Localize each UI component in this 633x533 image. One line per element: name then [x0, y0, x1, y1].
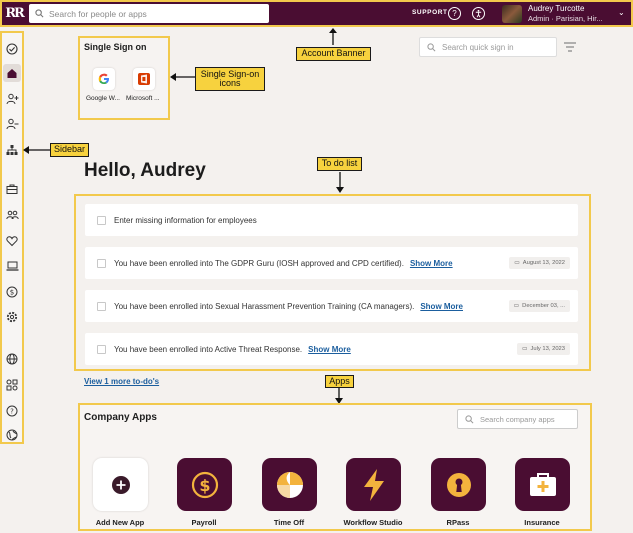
support-link[interactable]: SUPPORT: [412, 9, 448, 16]
todo-date-badge: ▭ July 13, 2023: [517, 343, 570, 355]
quick-sign-in-placeholder: Search quick sign in: [442, 42, 514, 52]
app-label: Add New App: [95, 518, 145, 527]
callout-arrow: [336, 172, 344, 193]
callout-todo-list: To do list: [317, 157, 362, 171]
search-icon: [427, 42, 436, 51]
todo-text: You have been enrolled into Sexual Haras…: [114, 301, 415, 311]
calendar-icon: ▭: [514, 260, 520, 266]
todo-date: August 13, 2022: [522, 260, 565, 266]
user-name[interactable]: Audrey Turcotte: [528, 4, 584, 13]
sso-app-label[interactable]: Google W...: [86, 95, 120, 102]
help-icon[interactable]: ?: [5, 404, 19, 418]
add-new-app-button[interactable]: [93, 458, 148, 511]
calendar-icon: ▭: [513, 303, 520, 309]
todo-checkbox[interactable]: [97, 344, 106, 354]
view-more-todos-link[interactable]: View 1 more to-do's: [84, 377, 159, 386]
todo-checkbox[interactable]: [97, 215, 106, 225]
todo-text: Enter missing information for employees: [114, 215, 257, 225]
search-icon: [465, 414, 474, 423]
microsoft-office-icon[interactable]: [133, 68, 155, 90]
first-aid-kit-icon: [529, 472, 556, 496]
dollar-coin-icon: $: [191, 471, 218, 498]
time-off-app-button[interactable]: [262, 458, 317, 511]
accessibility-icon[interactable]: [472, 7, 485, 20]
insurance-app-button[interactable]: [515, 458, 570, 511]
account-banner: RR Search for people or apps SUPPORT ? A…: [0, 0, 633, 27]
todo-checkbox[interactable]: [97, 258, 106, 268]
remove-person-icon[interactable]: [5, 117, 19, 131]
svg-text:$: $: [10, 289, 14, 297]
google-icon[interactable]: [93, 68, 115, 90]
keyhole-icon: [446, 472, 471, 497]
show-more-link[interactable]: Show More: [410, 259, 453, 268]
user-role: Admin · Parisian, Hir...: [528, 14, 603, 23]
org-chart-icon[interactable]: [5, 143, 19, 157]
app-label: RPass: [446, 518, 470, 527]
apps-icon[interactable]: [5, 378, 19, 392]
callout-sidebar: Sidebar: [50, 143, 89, 157]
svg-text:?: ?: [10, 408, 14, 416]
todo-date-badge: ▭ December 03, ...: [508, 300, 570, 312]
heart-icon[interactable]: [5, 234, 19, 248]
avatar[interactable]: [502, 5, 522, 23]
todo-date-badge: ▭ August 13, 2022: [509, 257, 570, 269]
sso-title: Single Sign on: [84, 42, 147, 52]
callout-arrow: [170, 73, 195, 81]
callout-arrow: [329, 28, 337, 45]
chevron-down-icon[interactable]: ⌄: [618, 8, 625, 17]
rippling-logo[interactable]: RR: [2, 2, 26, 25]
todo-date: December 03, ...: [522, 303, 565, 309]
briefcase-icon[interactable]: [5, 182, 19, 196]
laptop-icon[interactable]: [5, 259, 19, 273]
todo-item[interactable]: You have been enrolled into The GDPR Gur…: [85, 247, 578, 279]
settings-icon[interactable]: [5, 310, 19, 324]
sidebar: $ ?: [0, 31, 24, 444]
greeting-heading: Hello, Audrey: [84, 160, 206, 181]
todo-item[interactable]: Enter missing information for employees: [85, 204, 578, 236]
check-circle-icon[interactable]: [5, 42, 19, 56]
app-label: Insurance: [524, 518, 560, 527]
help-icon[interactable]: ?: [448, 7, 461, 20]
app-label: Time Off: [273, 518, 305, 527]
rpass-app-button[interactable]: [431, 458, 486, 511]
people-icon[interactable]: [5, 208, 19, 222]
filter-icon[interactable]: [564, 42, 576, 52]
todo-text: You have been enrolled into The GDPR Gur…: [114, 258, 404, 268]
sso-app-label[interactable]: Microsoft ...: [126, 95, 160, 102]
app-label: Payroll: [191, 518, 217, 527]
search-icon: [35, 9, 44, 18]
todo-item[interactable]: You have been enrolled into Sexual Haras…: [85, 290, 578, 322]
global-icon[interactable]: [5, 428, 19, 442]
app-label: Workflow Studio: [343, 518, 403, 527]
company-apps-title: Company Apps: [84, 412, 157, 423]
todo-date: July 13, 2023: [530, 346, 565, 352]
add-person-icon[interactable]: [5, 92, 19, 106]
dollar-icon[interactable]: $: [5, 285, 19, 299]
company-apps-search-input[interactable]: Search company apps: [457, 409, 578, 429]
show-more-link[interactable]: Show More: [308, 345, 351, 354]
calendar-icon: ▭: [522, 346, 528, 352]
quick-sign-in-search-input[interactable]: Search quick sign in: [419, 37, 557, 57]
todo-item[interactable]: You have been enrolled into Active Threa…: [85, 333, 578, 365]
callout-apps: Apps: [325, 375, 354, 388]
global-search-input[interactable]: Search for people or apps: [29, 4, 269, 23]
todo-text: You have been enrolled into Active Threa…: [114, 344, 303, 354]
globe-icon[interactable]: [5, 352, 19, 366]
callout-account-banner: Account Banner: [296, 47, 371, 61]
workflow-studio-app-button[interactable]: [346, 458, 401, 511]
svg-text:$: $: [199, 476, 210, 495]
search-placeholder: Search for people or apps: [49, 8, 147, 19]
show-more-link[interactable]: Show More: [420, 302, 463, 311]
company-apps-search-placeholder: Search company apps: [480, 414, 555, 424]
home-icon[interactable]: [3, 64, 21, 82]
todo-checkbox[interactable]: [97, 301, 106, 311]
payroll-app-button[interactable]: $: [177, 458, 232, 511]
lightning-icon: [363, 468, 384, 501]
callout-arrow: [23, 146, 50, 154]
plus-icon: [111, 475, 130, 494]
callout-sso-icons: Single Sign-on icons: [195, 67, 265, 91]
beach-ball-icon: [276, 471, 303, 498]
